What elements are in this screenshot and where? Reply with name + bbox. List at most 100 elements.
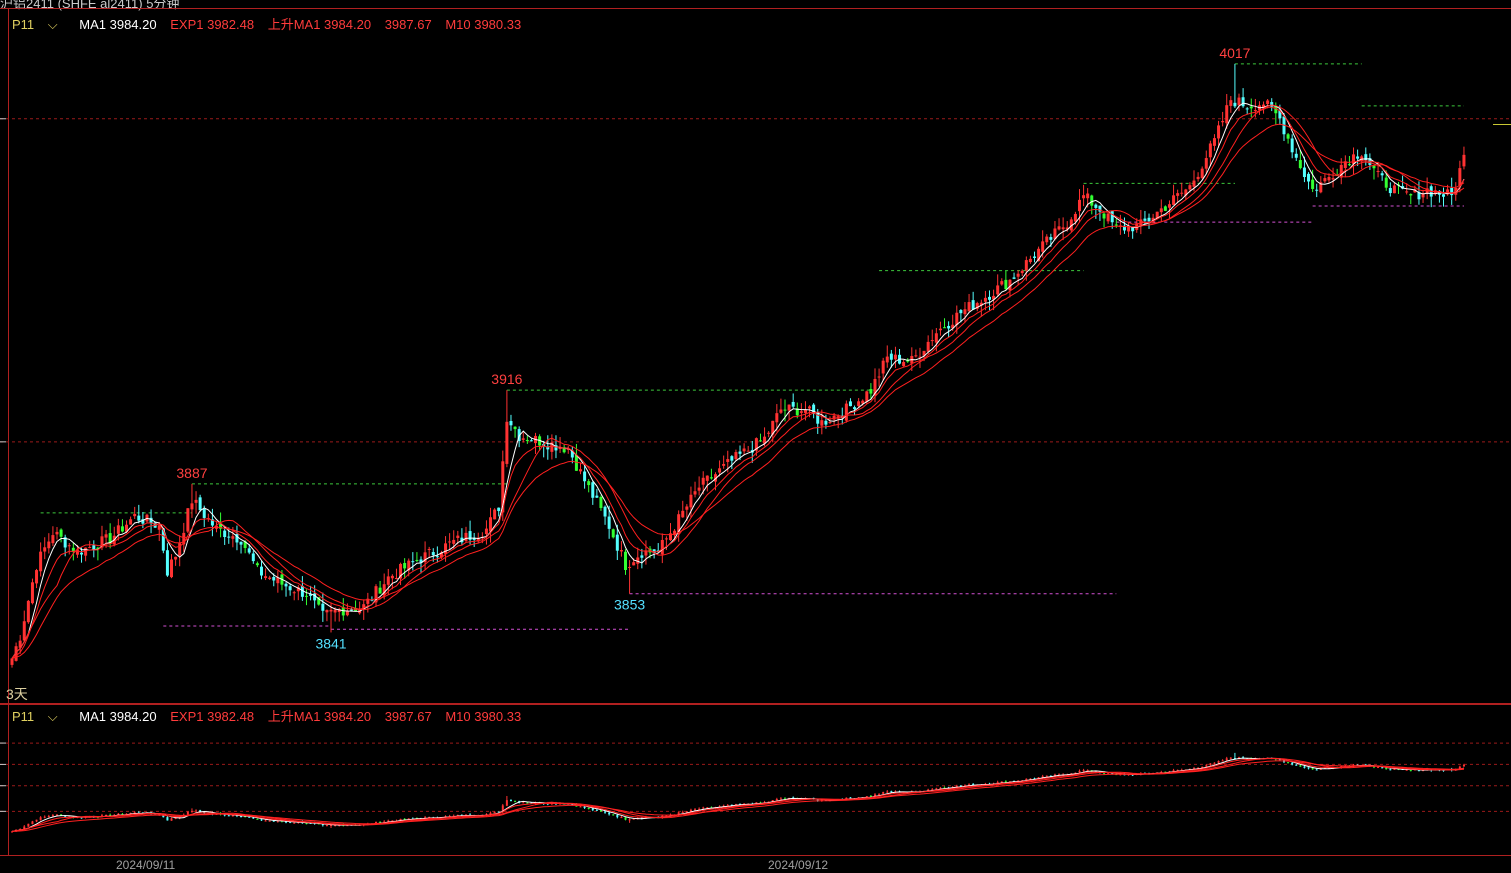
candle-body	[47, 541, 51, 549]
candle-body	[694, 809, 697, 811]
candle-body	[791, 401, 795, 407]
candle-body	[685, 506, 689, 510]
candle-body	[611, 529, 615, 538]
candle-body	[186, 811, 189, 815]
main-candlestick-chart[interactable]: 3887 3841 3916 3853 4017	[0, 8, 1511, 704]
chevron-down-icon: ⌵	[44, 709, 58, 724]
candle-body	[489, 517, 493, 532]
candle-body	[67, 545, 71, 547]
candle-body	[1200, 168, 1204, 178]
sub-period-value: P11	[12, 709, 35, 724]
candle-body	[595, 495, 599, 498]
candle-body	[1303, 766, 1306, 768]
candle-body	[1253, 110, 1257, 112]
candle-body	[1180, 192, 1184, 194]
main-legend: P11 ⌵ MA1 3984.20 EXP1 3982.48 上升MA1 398…	[12, 14, 531, 33]
candle-body	[104, 534, 108, 538]
sub-period-selector[interactable]: P11 ⌵	[12, 709, 68, 724]
candle-body	[92, 545, 96, 550]
candle-body	[730, 456, 734, 461]
sub-legend-value-4: 3987.67	[384, 709, 432, 724]
candle-body	[272, 577, 276, 581]
candle-body	[464, 532, 468, 541]
candle-body	[120, 526, 124, 532]
candle-body	[231, 815, 234, 817]
candle-body	[39, 551, 43, 572]
candle-body	[628, 819, 631, 821]
candle-body	[165, 550, 169, 576]
candle-body	[1331, 178, 1335, 180]
candle-body	[1233, 102, 1237, 107]
candle-body	[248, 816, 251, 818]
candle-body	[914, 355, 918, 357]
candle-body	[1159, 208, 1163, 213]
date-label-2: 2024/09/12	[768, 858, 829, 872]
candle-body	[734, 452, 738, 460]
candle-body	[1208, 143, 1212, 158]
candle-body	[305, 823, 308, 825]
candle-body	[1287, 762, 1290, 764]
period-selector[interactable]: P11 ⌵	[12, 17, 68, 32]
sub-chart-panel[interactable]: P11 ⌵ MA1 3984.20 EXP1 3982.48 上升MA1 398…	[0, 704, 1511, 856]
legend-m10: M10 3980.33	[445, 17, 522, 32]
candle-body	[1409, 770, 1412, 772]
candle-body	[579, 806, 582, 808]
candle-body	[1167, 204, 1171, 208]
candle-body	[758, 440, 762, 442]
candle-body	[848, 401, 852, 407]
exp1-line	[11, 758, 1465, 832]
candle-body	[1045, 775, 1048, 777]
candle-body	[431, 552, 435, 556]
candle-body	[1266, 100, 1270, 105]
candle-body	[738, 451, 742, 454]
candle-body	[452, 539, 456, 544]
main-chart-panel[interactable]: P11 ⌵ MA1 3984.20 EXP1 3982.48 上升MA1 398…	[0, 8, 1511, 704]
candle-body	[1217, 761, 1220, 763]
candle-body	[1212, 138, 1216, 146]
sub-candlestick-chart[interactable]	[0, 704, 1511, 856]
candle-body	[701, 477, 705, 485]
candle-body	[293, 822, 296, 824]
candle-body	[783, 409, 787, 411]
candle-body	[129, 519, 133, 525]
candle-body	[1237, 97, 1241, 106]
candle-body	[1462, 764, 1465, 767]
period-value: P11	[12, 17, 35, 32]
candle-body	[967, 302, 971, 312]
candle-body	[947, 325, 951, 329]
candle-body	[264, 820, 267, 822]
candle-body	[579, 469, 583, 472]
candle-body	[378, 587, 382, 594]
candle-body	[427, 548, 431, 550]
candle-body	[722, 463, 726, 466]
candle-body	[1327, 177, 1331, 181]
candle-body	[137, 515, 141, 521]
candle-body	[35, 819, 38, 822]
candle-body	[190, 810, 193, 812]
candle-body	[1307, 173, 1311, 182]
candle-body	[239, 541, 243, 545]
candle-body	[775, 413, 779, 423]
candle-body	[195, 810, 198, 812]
candle-body	[247, 548, 251, 553]
candle-body	[767, 432, 771, 434]
candle-body	[885, 356, 889, 363]
candle-body	[321, 603, 325, 611]
candle-body	[252, 817, 255, 819]
legend-exp1: EXP1 3982.48	[170, 17, 255, 32]
candle-body	[190, 503, 194, 510]
candle-body	[288, 586, 292, 591]
candle-body	[174, 556, 178, 560]
candle-body	[583, 806, 586, 809]
sub-legend-m10: M10 3980.33	[445, 709, 522, 724]
candle-body	[1147, 217, 1151, 222]
candle-body	[1221, 760, 1224, 762]
candle-body	[664, 538, 668, 540]
candle-body	[587, 481, 591, 486]
candle-body	[1000, 781, 1003, 783]
swing-label-low: 3841	[315, 635, 346, 651]
candle-body	[718, 468, 722, 473]
candle-body	[448, 541, 452, 543]
candle-body	[1225, 758, 1228, 761]
candle-body	[444, 543, 448, 554]
